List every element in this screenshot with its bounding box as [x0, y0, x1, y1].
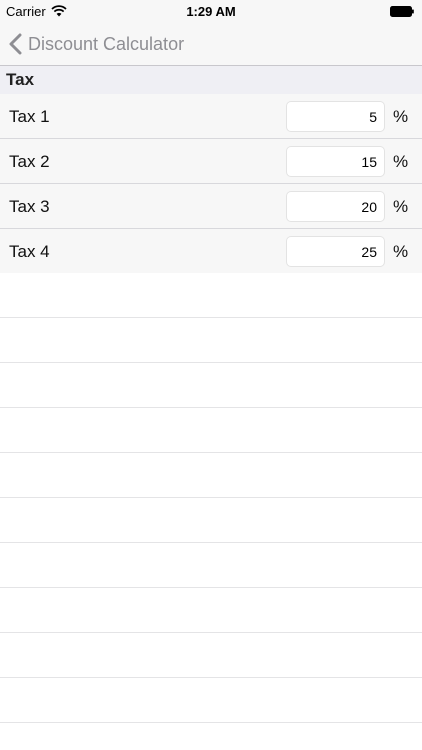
empty-row — [0, 633, 422, 678]
tax-row: Tax 2 % — [0, 139, 422, 184]
tax-rate-input[interactable] — [286, 236, 385, 267]
app-screen: Carrier 1:29 AM Discount Calculator Tax … — [0, 0, 422, 750]
empty-row — [0, 678, 422, 723]
tax-rate-input[interactable] — [286, 191, 385, 222]
tax-row: Tax 4 % — [0, 229, 422, 274]
empty-row — [0, 453, 422, 498]
tax-row: Tax 3 % — [0, 184, 422, 229]
tax-rate-input[interactable] — [286, 101, 385, 132]
status-bar: Carrier 1:29 AM — [0, 0, 422, 22]
tax-rate-input[interactable] — [286, 146, 385, 177]
chevron-left-icon — [9, 33, 22, 55]
tax-list: Tax 1 % Tax 2 % Tax 3 % Tax 4 % — [0, 94, 422, 274]
percent-label: % — [393, 197, 409, 216]
percent-label: % — [393, 242, 409, 261]
tax-label: Tax 4 — [9, 242, 50, 261]
percent-label: % — [393, 152, 409, 171]
empty-row — [0, 363, 422, 408]
empty-row — [0, 543, 422, 588]
battery-icon — [390, 6, 414, 17]
tax-label: Tax 3 — [9, 197, 50, 216]
empty-row — [0, 318, 422, 363]
tax-label: Tax 1 — [9, 107, 50, 126]
empty-table-rows — [0, 273, 422, 723]
empty-row — [0, 588, 422, 633]
back-button[interactable]: Discount Calculator — [8, 22, 184, 66]
tax-label: Tax 2 — [9, 152, 50, 171]
empty-row — [0, 498, 422, 543]
tax-row: Tax 1 % — [0, 94, 422, 139]
status-time: 1:29 AM — [186, 4, 236, 19]
empty-row — [0, 273, 422, 318]
navigation-bar: Discount Calculator — [0, 22, 422, 66]
percent-label: % — [393, 107, 409, 126]
empty-row — [0, 408, 422, 453]
section-header-tax: Tax — [0, 66, 422, 94]
back-button-label: Discount Calculator — [28, 33, 185, 54]
